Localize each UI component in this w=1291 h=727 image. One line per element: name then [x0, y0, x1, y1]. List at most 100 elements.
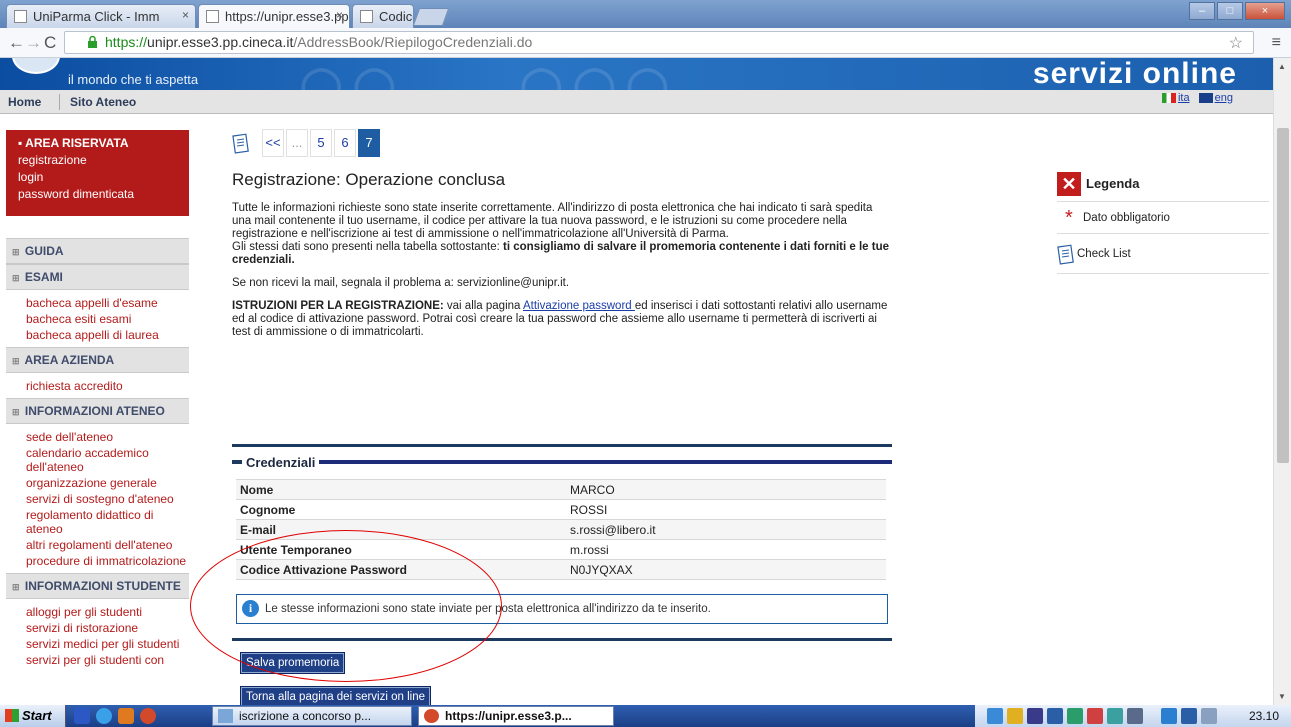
url-host: unipr.esse3.pp.cineca.it — [147, 34, 294, 50]
browser-tab-bar: UniParma Click - Imm × https://unipr.ess… — [0, 0, 1291, 28]
tray-icon[interactable] — [1107, 708, 1123, 724]
legend-checklist-row[interactable]: Check List — [1057, 234, 1269, 274]
system-clock[interactable]: 23.10 — [1249, 709, 1279, 723]
reload-icon[interactable]: C — [44, 33, 56, 53]
maximize-button[interactable]: □ — [1217, 2, 1243, 20]
sidebar-section-informazioni-ateneo[interactable]: ⊞ INFORMAZIONI ATENEO — [6, 398, 189, 424]
sidebar-section-informazioni-studente[interactable]: ⊞ INFORMAZIONI STUDENTE — [6, 573, 189, 599]
sidebar-link-login[interactable]: login — [18, 169, 177, 186]
page-scrollbar[interactable]: ▲ ▼ — [1273, 58, 1291, 705]
chrome-icon[interactable] — [140, 708, 156, 724]
sidebar-link[interactable]: altri regolamenti dell'ateneo — [26, 537, 189, 553]
expand-icon: ⊞ — [12, 407, 20, 417]
scroll-up-arrow-icon[interactable]: ▲ — [1278, 62, 1286, 71]
tab-esse3[interactable]: https://unipr.esse3.pp × — [198, 4, 350, 28]
lock-icon — [88, 36, 97, 48]
tray-icon[interactable] — [1087, 708, 1103, 724]
tab-uniparma[interactable]: UniParma Click - Imm × — [6, 4, 196, 28]
sidebar-link[interactable]: servizi per gli studenti con — [26, 652, 189, 668]
start-button[interactable]: Start — [0, 705, 66, 727]
expand-icon: ⊞ — [12, 273, 20, 283]
servizi-online-logo: servizi online — [1032, 58, 1237, 90]
tray-icon[interactable] — [1027, 708, 1043, 724]
lang-ita-link[interactable]: ita — [1178, 92, 1190, 104]
sidebar-link[interactable]: servizi di sostegno d'ateneo — [26, 491, 189, 507]
bookmark-star-icon[interactable]: ☆ — [1229, 33, 1243, 53]
media-player-icon[interactable] — [118, 708, 134, 724]
sidebar-link-password-dimenticata[interactable]: password dimenticata — [18, 186, 177, 203]
tray-icon[interactable] — [987, 708, 1003, 724]
start-label: Start — [22, 708, 52, 723]
sidebar-link[interactable]: servizi medici per gli studenti — [26, 636, 189, 652]
pager-page-current[interactable]: 7 — [358, 129, 380, 157]
url-field[interactable]: https://unipr.esse3.pp.cineca.it/Address… — [64, 31, 1254, 54]
pager-page-5[interactable]: 5 — [310, 129, 332, 157]
cred-value: ROSSI — [566, 499, 886, 520]
system-tray: 23.10 — [975, 705, 1291, 727]
checklist-doc-icon — [232, 133, 249, 154]
minimize-button[interactable]: – — [1189, 2, 1215, 20]
divider — [232, 444, 892, 447]
tray-icon[interactable] — [1047, 708, 1063, 724]
window-controls: – □ × — [1189, 2, 1285, 20]
pager-page-6[interactable]: 6 — [334, 129, 356, 157]
tab-label: UniParma Click - Imm — [33, 9, 160, 24]
sidebar-link[interactable]: bacheca esiti esami — [26, 311, 189, 327]
page-favicon-icon — [360, 10, 373, 23]
sidebar-link[interactable]: sede dell'ateneo — [26, 429, 189, 445]
internet-explorer-icon[interactable] — [96, 708, 112, 724]
taskbar-item-iscrizione[interactable]: iscrizione a concorso p... — [212, 706, 412, 726]
page-favicon-icon — [14, 10, 27, 23]
sidebar-link[interactable]: organizzazione generale — [26, 475, 189, 491]
area-riservata-box: ▪ AREA RISERVATA registrazione login pas… — [6, 130, 189, 216]
back-arrow-icon[interactable]: ← — [8, 33, 25, 53]
display-icon[interactable] — [1181, 708, 1197, 724]
sidebar-link[interactable]: procedure di immatricolazione — [26, 553, 189, 569]
sidebar-section-area-azienda[interactable]: ⊞ AREA AZIENDA — [6, 347, 189, 373]
close-window-button[interactable]: × — [1245, 2, 1285, 20]
os-taskbar: Start iscrizione a concorso p... https:/… — [0, 705, 1291, 727]
banner-decoration: ◯ ◯ ◯ — [520, 65, 669, 90]
menu-home[interactable]: Home — [8, 95, 41, 109]
lang-eng-link[interactable]: eng — [1215, 92, 1233, 104]
pager-prev[interactable]: << — [262, 129, 284, 157]
tray-icon[interactable] — [1067, 708, 1083, 724]
back-to-services-button[interactable]: Torna alla pagina dei servizi on line — [240, 686, 431, 705]
tray-icon[interactable] — [1127, 708, 1143, 724]
legend-required-row: * Dato obbligatorio — [1057, 202, 1269, 234]
language-selector: ita eng — [1161, 92, 1239, 104]
tray-icon[interactable] — [1007, 708, 1023, 724]
table-row: Nome MARCO — [236, 479, 886, 500]
sidebar-link-registrazione[interactable]: registrazione — [18, 152, 177, 169]
volume-icon[interactable] — [1201, 708, 1217, 724]
sidebar-link[interactable]: richiesta accredito — [26, 378, 189, 394]
close-tab-icon[interactable]: × — [336, 8, 343, 22]
new-tab-button[interactable] — [412, 8, 450, 26]
step-pager: << ... 5 6 7 — [232, 128, 892, 158]
menu-sito-ateneo[interactable]: Sito Ateneo — [70, 95, 136, 109]
sidebar-link[interactable]: calendario accademico dell'ateneo — [26, 445, 166, 475]
contact-text: Se non ricevi la mail, segnala il proble… — [232, 277, 570, 289]
sidebar-link[interactable]: bacheca appelli d'esame — [26, 295, 189, 311]
tab-codicefiscale[interactable]: CodiceFiscale.com - — [352, 4, 414, 28]
show-desktop-icon[interactable] — [74, 708, 90, 724]
browser-menu-icon[interactable]: ≡ — [1272, 34, 1281, 52]
network-icon[interactable] — [1161, 708, 1177, 724]
sidebar-link[interactable]: bacheca appelli di laurea — [26, 327, 189, 343]
sidebar-section-esami[interactable]: ⊞ ESAMI — [6, 264, 189, 290]
cred-key: Cognome — [236, 499, 566, 520]
sidebar-link[interactable]: regolamento didattico di ateneo — [26, 507, 166, 537]
chrome-icon — [424, 709, 439, 723]
sidebar-section-guida[interactable]: ⊞ GUIDA — [6, 238, 189, 264]
attivazione-password-link[interactable]: Attivazione password — [523, 300, 635, 312]
forward-arrow-icon[interactable]: → — [25, 33, 42, 53]
close-tab-icon[interactable]: × — [182, 8, 189, 22]
scrollbar-thumb[interactable] — [1277, 128, 1289, 463]
sidebar-link[interactable]: alloggi per gli studenti — [26, 604, 189, 620]
sidebar-link[interactable]: servizi di ristorazione — [26, 620, 189, 636]
pager-ellipsis: ... — [286, 129, 308, 157]
credentials-title: Credenziali — [246, 454, 316, 470]
sidebar-links-azienda: richiesta accredito — [6, 373, 189, 398]
scroll-down-arrow-icon[interactable]: ▼ — [1278, 692, 1286, 701]
taskbar-item-chrome[interactable]: https://unipr.esse3.p... — [418, 706, 614, 726]
